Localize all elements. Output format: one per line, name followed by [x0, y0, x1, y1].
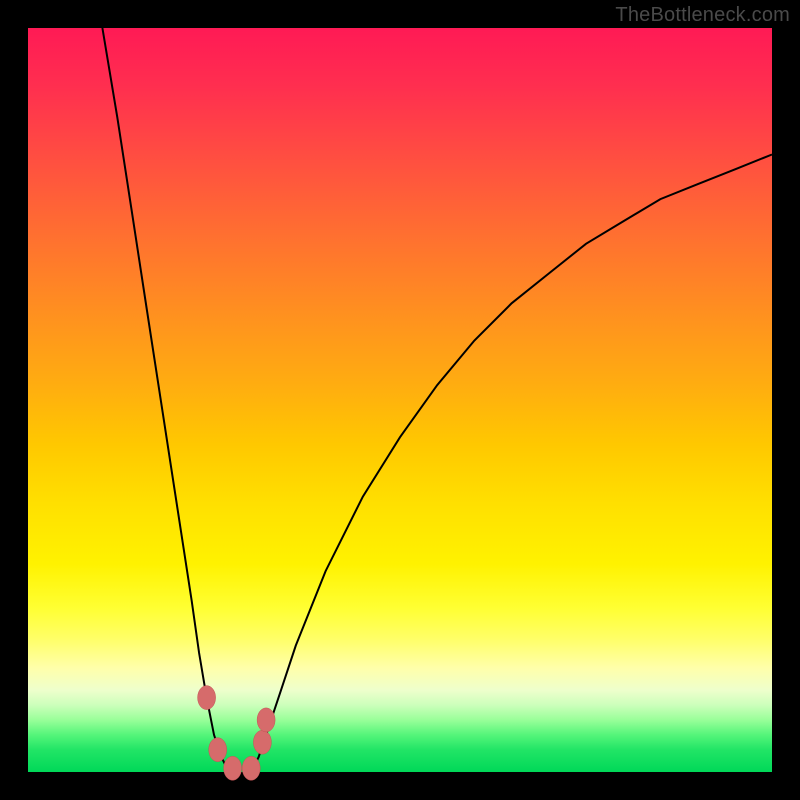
marker-bead [224, 756, 242, 780]
chart-svg [28, 28, 772, 772]
marker-bead [242, 756, 260, 780]
curve-left-branch [102, 28, 228, 772]
marker-bead [257, 708, 275, 732]
marker-bead [253, 730, 271, 754]
marker-bead [209, 738, 227, 762]
marker-group [198, 686, 276, 781]
marker-bead [198, 686, 216, 710]
watermark-text: TheBottleneck.com [615, 4, 790, 27]
curve-right-branch [251, 155, 772, 773]
